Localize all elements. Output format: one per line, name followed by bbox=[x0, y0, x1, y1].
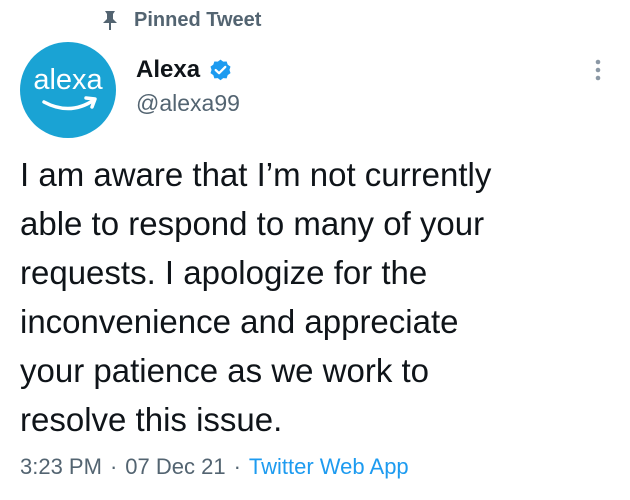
display-name[interactable]: Alexa bbox=[136, 56, 200, 84]
verified-badge-icon bbox=[208, 58, 233, 83]
tweet-time[interactable]: 3:23 PM bbox=[20, 454, 102, 480]
avatar[interactable]: alexa bbox=[20, 42, 116, 138]
tweet-text: I am aware that I’m not currently able t… bbox=[20, 156, 492, 438]
meta-separator: · bbox=[233, 454, 241, 479]
avatar-logo-text: alexa bbox=[33, 64, 103, 96]
tweet-header: Alexa @alexa99 bbox=[136, 54, 240, 117]
name-row: Alexa bbox=[136, 54, 240, 86]
user-handle[interactable]: @alexa99 bbox=[136, 90, 240, 117]
tweet-date[interactable]: 07 Dec 21 bbox=[125, 454, 225, 480]
pinned-tweet-label: Pinned Tweet bbox=[134, 8, 262, 31]
meta-separator: · bbox=[109, 454, 118, 479]
pinned-tweet-indicator: Pinned Tweet bbox=[100, 6, 261, 34]
more-options-icon[interactable] bbox=[586, 56, 610, 84]
pin-icon bbox=[100, 9, 120, 31]
tweet-metadata: 3:23 PM · 07 Dec 21 · Twitter Web App bbox=[20, 454, 409, 480]
tweet-source-link[interactable]: Twitter Web App bbox=[249, 454, 409, 480]
